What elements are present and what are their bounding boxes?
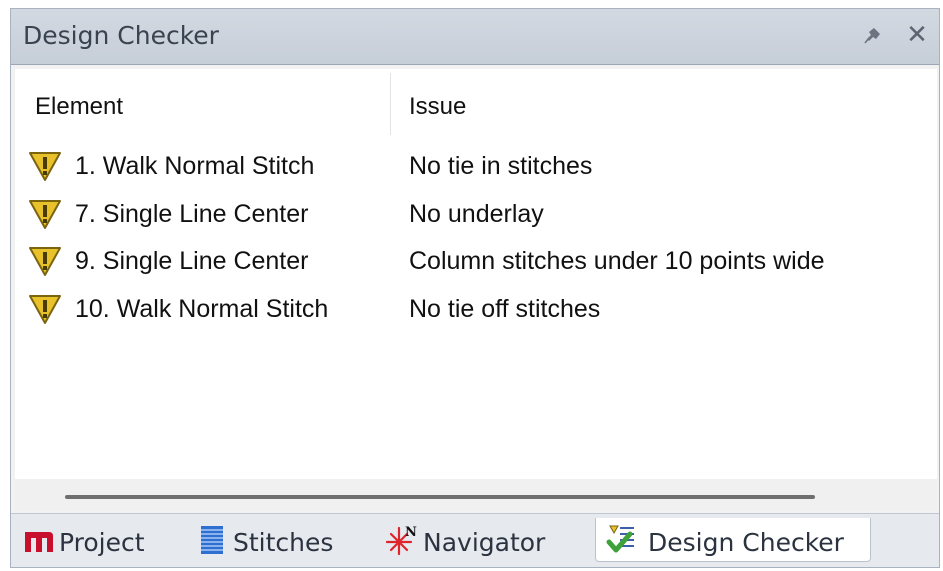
horizontal-scrollbar[interactable]: [15, 479, 937, 511]
row-element: 9. Single Line Center: [75, 247, 309, 275]
project-m-icon: [25, 532, 53, 552]
table-row[interactable]: 10. Walk Normal Stitch No tie off stitch…: [15, 290, 937, 334]
navigator-icon: N: [385, 525, 417, 556]
warning-icon: [29, 200, 61, 229]
row-issue: No tie off stitches: [409, 295, 601, 323]
tab-label: Navigator: [423, 528, 546, 557]
tab-label: Project: [59, 528, 145, 557]
svg-text:N: N: [405, 525, 417, 540]
warning-icon: [29, 152, 61, 181]
row-issue: No underlay: [409, 200, 544, 228]
column-header-issue[interactable]: Issue: [409, 93, 466, 121]
tab-stitches[interactable]: Stitches: [191, 518, 371, 562]
issues-list: Element Issue 1. Walk Normal Stitch No t…: [15, 69, 937, 479]
table-row[interactable]: 7. Single Line Center No underlay: [15, 195, 937, 239]
tab-label: Stitches: [233, 528, 334, 557]
scrollbar-thumb[interactable]: [65, 495, 815, 499]
tab-label: Design Checker: [648, 528, 844, 557]
panel-title-bar[interactable]: Design Checker ✕: [11, 9, 939, 65]
design-checker-icon: [606, 525, 634, 553]
row-element: 7. Single Line Center: [75, 200, 309, 228]
bottom-tab-bar: Project Stitches N Navigator Design Chec…: [11, 513, 939, 567]
close-icon[interactable]: ✕: [903, 21, 931, 49]
table-row[interactable]: 1. Walk Normal Stitch No tie in stitches: [15, 147, 937, 191]
row-issue: No tie in stitches: [409, 152, 593, 180]
stitches-icon: [201, 526, 223, 554]
tab-design-checker[interactable]: Design Checker: [595, 518, 871, 562]
pin-icon[interactable]: [861, 23, 885, 47]
warning-icon: [29, 295, 61, 324]
column-divider[interactable]: [390, 73, 391, 135]
tab-navigator[interactable]: N Navigator: [381, 518, 591, 562]
row-issue: Column stitches under 10 points wide: [409, 247, 825, 275]
column-header-element[interactable]: Element: [35, 93, 123, 121]
warning-icon: [29, 247, 61, 276]
design-checker-panel: Design Checker ✕ Element Issue 1. Walk N…: [10, 8, 940, 568]
panel-title: Design Checker: [23, 21, 219, 50]
tab-project[interactable]: Project: [19, 518, 179, 562]
row-element: 1. Walk Normal Stitch: [75, 152, 315, 180]
row-element: 10. Walk Normal Stitch: [75, 295, 329, 323]
table-row[interactable]: 9. Single Line Center Column stitches un…: [15, 242, 937, 286]
